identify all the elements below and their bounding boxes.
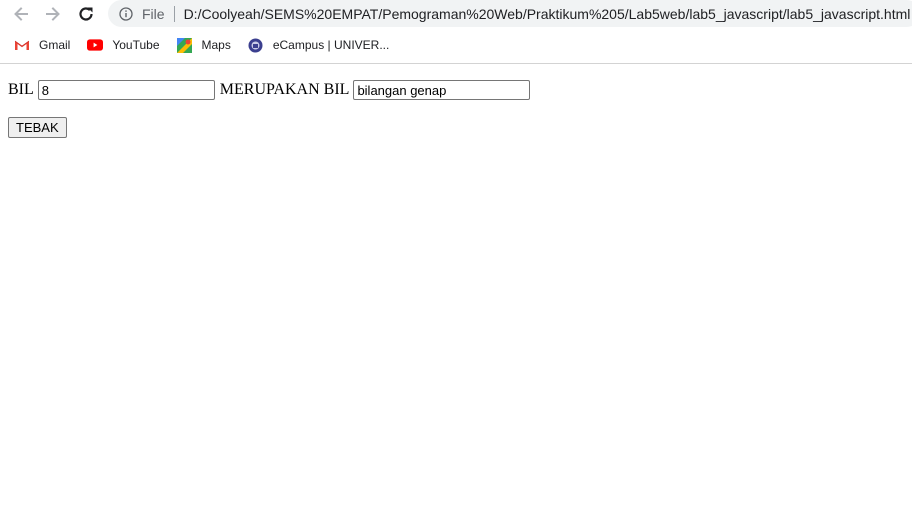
back-button[interactable] [9, 2, 33, 26]
bookmark-ecampus[interactable]: eCampus | UNIVER... [242, 33, 395, 57]
ecampus-icon [248, 37, 264, 53]
tebak-button[interactable]: TEBAK [8, 117, 67, 138]
result-input[interactable] [353, 80, 531, 100]
bookmark-label: Gmail [39, 38, 71, 52]
address-bar[interactable]: File D:/Coolyeah/SEMS%20EMPAT/Pemograman… [108, 0, 912, 27]
browser-toolbar: File D:/Coolyeah/SEMS%20EMPAT/Pemograman… [0, 0, 912, 28]
number-form-row: BIL MERUPAKAN BIL [8, 80, 531, 100]
address-separator [173, 5, 175, 22]
url-text[interactable]: D:/Coolyeah/SEMS%20EMPAT/Pemograman%20We… [184, 6, 911, 22]
bil-input[interactable] [37, 80, 215, 100]
bookmark-maps[interactable]: Maps [171, 33, 237, 57]
merupakan-label: MERUPAKAN BIL [219, 81, 350, 98]
bookmark-gmail[interactable]: Gmail [8, 33, 76, 57]
info-icon[interactable] [118, 6, 134, 22]
bil-label: BIL [8, 81, 34, 98]
bookmark-label: Maps [201, 38, 231, 52]
file-scheme-label: File [142, 5, 165, 22]
bookmarks-bar: Gmail YouTube Maps eCampus | UNIVER... [0, 31, 912, 59]
reload-button[interactable] [74, 2, 98, 26]
page-content: BIL MERUPAKAN BIL TEBAK [8, 80, 531, 138]
forward-button[interactable] [41, 2, 65, 26]
toolbar-divider [0, 63, 912, 64]
youtube-icon [87, 37, 104, 53]
arrow-left-icon [14, 7, 28, 21]
bookmark-youtube[interactable]: YouTube [81, 33, 165, 57]
gmail-icon [14, 37, 30, 53]
maps-icon [177, 37, 193, 53]
bookmark-label: YouTube [112, 38, 160, 52]
arrow-right-icon [46, 7, 60, 21]
bookmark-label: eCampus | UNIVER... [272, 38, 390, 52]
reload-icon [79, 7, 93, 21]
